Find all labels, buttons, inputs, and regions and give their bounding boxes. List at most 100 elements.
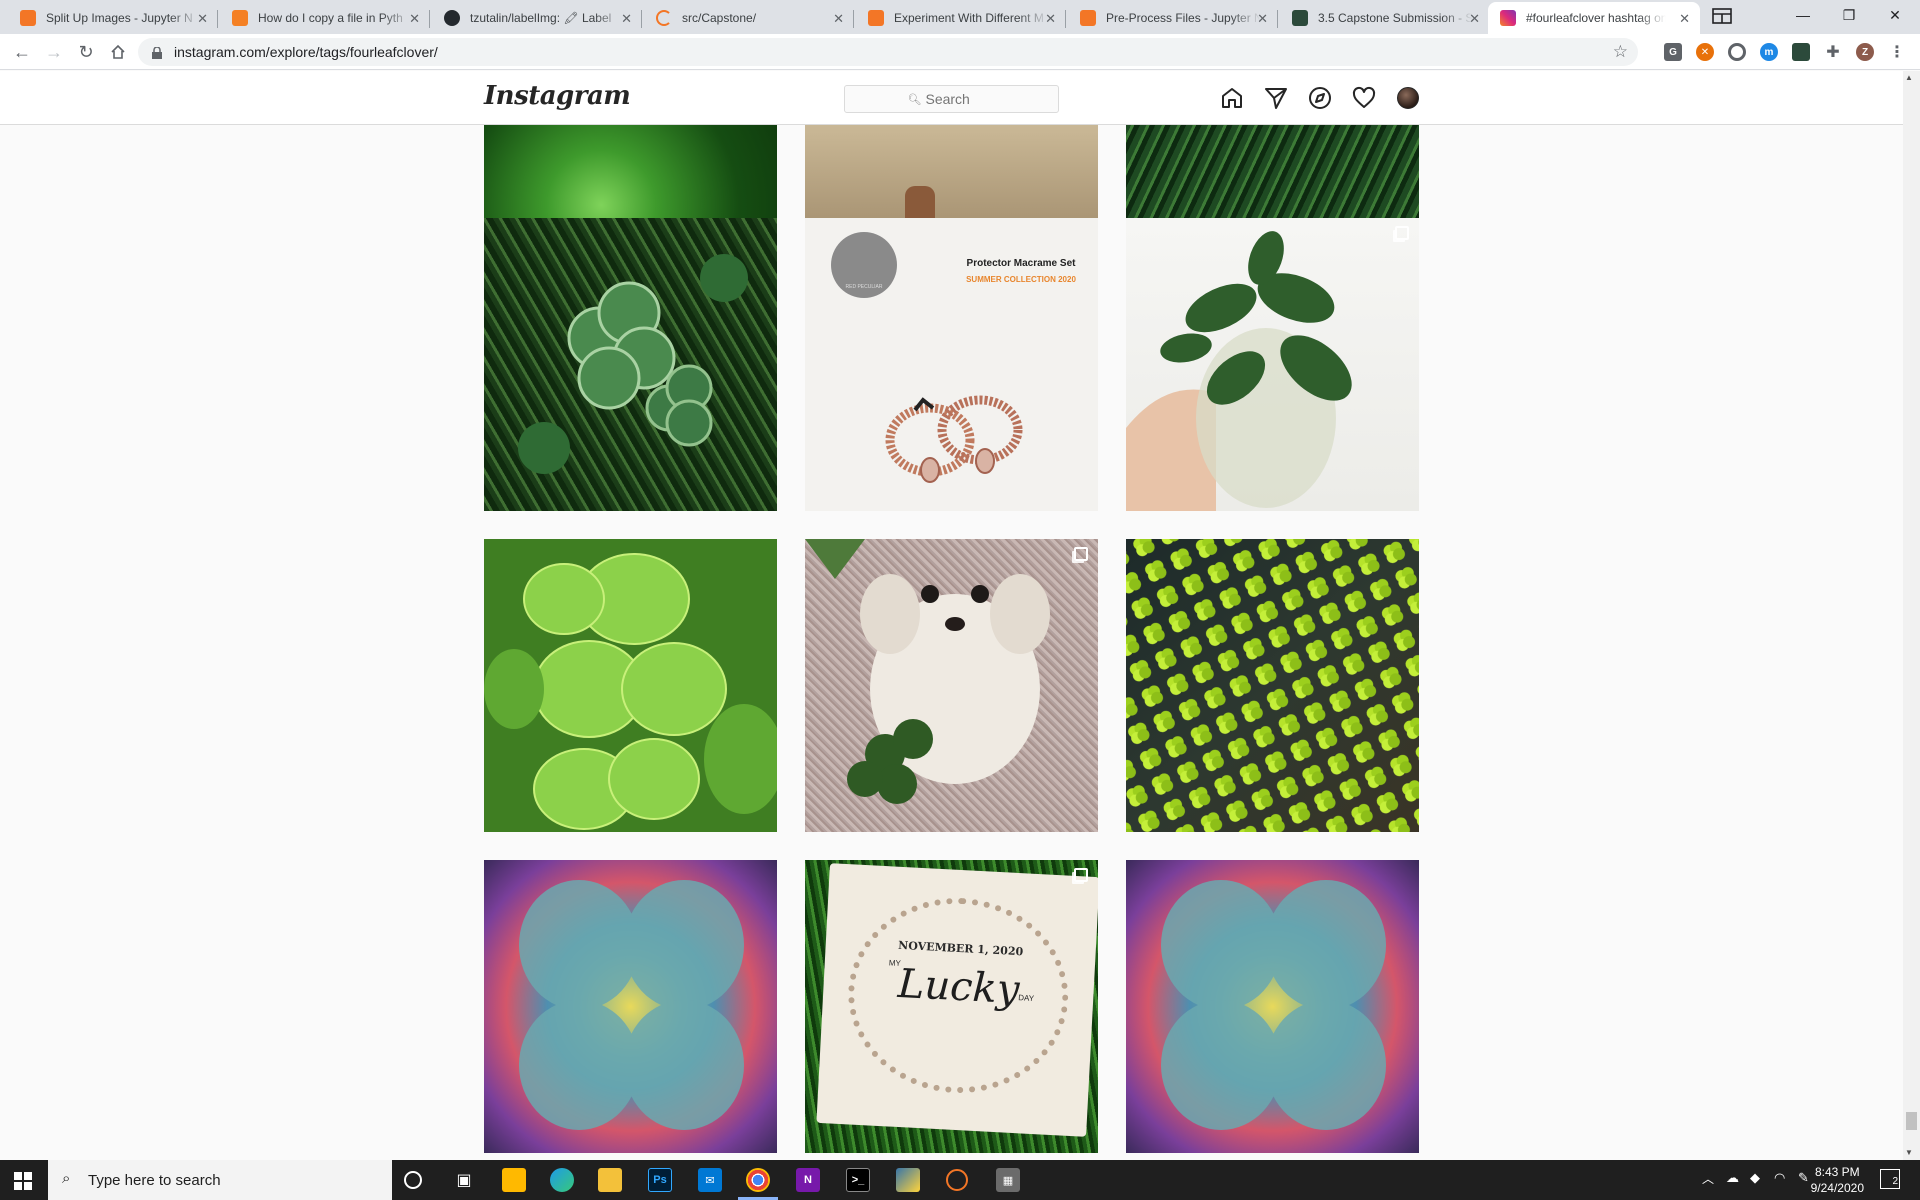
scrollbar-thumb[interactable] — [1906, 1112, 1917, 1130]
tab-title: #fourleafclover hashtag on I — [1526, 11, 1666, 25]
pen-icon[interactable]: ✎ — [1798, 1170, 1809, 1186]
tab-labelimg[interactable]: tzutalin/labelImg: 🖍 Label ✕ — [432, 2, 642, 34]
windows-start-icon[interactable] — [14, 1172, 32, 1195]
explore-icon[interactable] — [1308, 86, 1332, 110]
browser-tab-strip: Split Up Images - Jupyter N ✕ How do I c… — [0, 0, 1920, 34]
post-tile[interactable] — [484, 539, 777, 832]
window-close-icon[interactable]: ✕ — [1872, 0, 1918, 30]
forward-icon[interactable]: → — [42, 40, 66, 64]
search-box[interactable]: 🔍︎ — [844, 85, 1059, 113]
post-tile[interactable] — [805, 539, 1098, 832]
tab-title: Pre-Process Files - Jupyter N — [1106, 11, 1261, 25]
post-tile[interactable] — [1126, 218, 1419, 511]
close-icon[interactable]: ✕ — [833, 11, 844, 27]
post-tile[interactable]: RED PECULIAR Protector Macrame Set SUMME… — [805, 218, 1098, 511]
multi-image-icon — [1074, 868, 1088, 882]
springboard-icon — [1292, 10, 1308, 26]
home-icon[interactable] — [106, 40, 130, 64]
address-bar[interactable]: instagram.com/explore/tags/fourleafclove… — [138, 38, 1638, 66]
instagram-header: Instagram 🔍︎ — [0, 71, 1903, 125]
search-input[interactable] — [925, 91, 996, 107]
tab-copy-file-python[interactable]: How do I copy a file in Pyth ✕ — [220, 2, 430, 34]
address-url: instagram.com/explore/tags/fourleafclove… — [174, 44, 438, 60]
close-icon[interactable]: ✕ — [1469, 11, 1480, 27]
chrome-icon[interactable] — [746, 1168, 770, 1192]
restore-icon[interactable]: ❐ — [1826, 0, 1872, 30]
post-tile[interactable] — [1126, 860, 1419, 1153]
instagram-logo[interactable]: Instagram — [484, 81, 631, 111]
direct-icon[interactable] — [1264, 86, 1288, 110]
post-tile[interactable] — [484, 860, 777, 1153]
search-icon: 🔍︎ — [907, 93, 922, 106]
tray-chevron-icon[interactable]: ︿ — [1702, 1170, 1714, 1187]
tab-title: src/Capstone/ — [682, 11, 757, 25]
jupyter-icon[interactable] — [946, 1169, 968, 1191]
chrome-menu-icon[interactable]: ⋮ — [1888, 43, 1906, 61]
reload-icon[interactable]: ↻ — [74, 40, 98, 64]
tab-title: Split Up Images - Jupyter N — [46, 11, 193, 25]
post-tile[interactable] — [484, 218, 777, 511]
file-explorer-icon[interactable] — [598, 1168, 622, 1192]
cortana-icon[interactable] — [404, 1171, 422, 1189]
extensions-puzzle-icon[interactable]: ✚ — [1824, 43, 1842, 61]
close-icon[interactable]: ✕ — [1679, 11, 1690, 27]
close-icon[interactable]: ✕ — [621, 11, 632, 27]
store-icon[interactable] — [502, 1168, 526, 1192]
tab-capstone-submission[interactable]: 3.5 Capstone Submission - S ✕ — [1280, 2, 1490, 34]
home-icon[interactable] — [1220, 86, 1244, 110]
jupyter-icon — [868, 10, 884, 26]
page-scrollbar[interactable] — [1903, 71, 1920, 1160]
python-icon[interactable] — [896, 1168, 920, 1192]
photoshop-icon[interactable]: Ps — [648, 1168, 672, 1192]
post-tile[interactable]: NOVEMBER 1, 2020 MY Lucky DAY — [805, 860, 1098, 1153]
post-tile[interactable] — [1126, 539, 1419, 832]
ext-springboard-icon[interactable] — [1792, 43, 1810, 61]
activity-heart-icon[interactable] — [1352, 86, 1376, 110]
hashtag-post-grid: RED PECULIAR Protector Macrame Set SUMME… — [0, 125, 1903, 1160]
scroll-up-arrow[interactable]: ▲ — [1905, 73, 1913, 82]
tab-split-up-images[interactable]: Split Up Images - Jupyter N ✕ — [8, 2, 218, 34]
search-icon: ⌕ — [62, 1170, 71, 1187]
close-icon[interactable]: ✕ — [197, 11, 208, 27]
close-icon[interactable]: ✕ — [1045, 11, 1056, 27]
loading-icon — [656, 10, 672, 26]
clock-date: 9/24/2020 — [1810, 1181, 1864, 1195]
system-clock[interactable]: 8:43 PM 9/24/2020 — [1811, 1164, 1864, 1196]
ext-m-icon[interactable]: m — [1760, 43, 1778, 61]
calculator-icon[interactable]: ▦ — [996, 1168, 1020, 1192]
profile-avatar[interactable]: Z — [1856, 43, 1874, 61]
box-word-day: DAY — [1017, 993, 1035, 1003]
tab-title: 3.5 Capstone Submission - S — [1318, 11, 1473, 25]
browser-toolbar: ← → ↻ instagram.com/explore/tags/fourlea… — [0, 34, 1920, 70]
taskbar-search-box[interactable]: ⌕ Type here to search — [48, 1160, 392, 1200]
mail-icon[interactable]: ✉ — [698, 1168, 722, 1192]
taskbar-search-placeholder: Type here to search — [88, 1171, 221, 1189]
scroll-down-arrow[interactable]: ▼ — [1905, 1148, 1913, 1157]
task-view-icon[interactable]: ▣ — [452, 1168, 476, 1192]
profile-avatar[interactable] — [1397, 87, 1419, 109]
tab-search-icon[interactable] — [1708, 2, 1736, 30]
close-icon[interactable]: ✕ — [1257, 11, 1268, 27]
wifi-icon[interactable]: ◠ — [1774, 1170, 1785, 1186]
dropbox-icon[interactable]: ◆ — [1750, 1170, 1760, 1186]
terminal-icon[interactable]: >_ — [846, 1168, 870, 1192]
tab-pre-process[interactable]: Pre-Process Files - Jupyter N ✕ — [1068, 2, 1278, 34]
windows-taskbar: ⌕ Type here to search ▣ Ps ✉ N >_ ▦ ︿ ☁ … — [0, 1160, 1920, 1200]
ext-circle-icon[interactable] — [1728, 43, 1746, 61]
notifications-icon[interactable]: 2 — [1880, 1169, 1900, 1189]
onedrive-icon[interactable]: ☁ — [1726, 1170, 1739, 1186]
back-icon[interactable]: ← — [10, 40, 34, 64]
instagram-icon — [1500, 10, 1516, 26]
edge-icon[interactable] — [550, 1168, 574, 1192]
onenote-icon[interactable]: N — [796, 1168, 820, 1192]
tab-fourleafclover[interactable]: #fourleafclover hashtag on I ✕ — [1488, 2, 1700, 34]
wooden-box: NOVEMBER 1, 2020 MY Lucky DAY — [816, 863, 1098, 1137]
bookmark-star-icon[interactable]: ☆ — [1613, 42, 1628, 62]
ext-x-icon[interactable]: ✕ — [1696, 43, 1714, 61]
tab-experiment[interactable]: Experiment With Different M ✕ — [856, 2, 1066, 34]
ext-g-icon[interactable]: G — [1664, 43, 1682, 61]
close-icon[interactable]: ✕ — [409, 11, 420, 27]
minimize-icon[interactable]: — — [1780, 0, 1826, 30]
bracelets-image — [885, 395, 1023, 483]
tab-src-capstone[interactable]: src/Capstone/ ✕ — [644, 2, 854, 34]
